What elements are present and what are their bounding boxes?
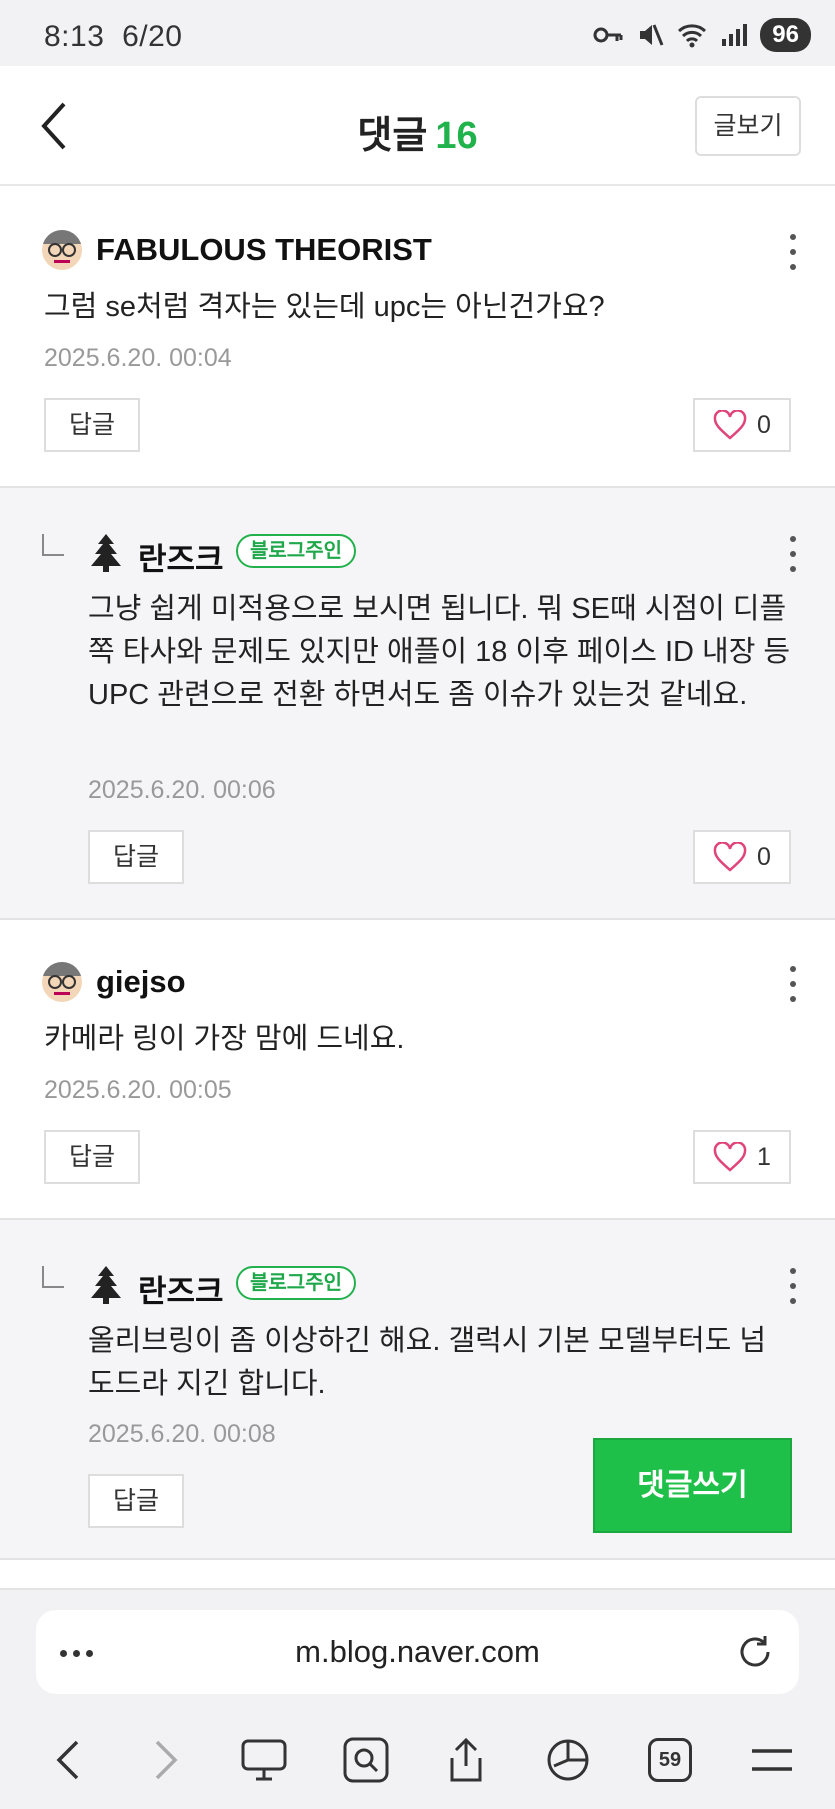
comment-date: 2025.6.20. 00:06 bbox=[88, 776, 276, 804]
desktop-mode-button[interactable] bbox=[234, 1730, 294, 1790]
more-options-button[interactable] bbox=[787, 1268, 799, 1304]
address-bar[interactable]: m.blog.naver.com bbox=[36, 1610, 799, 1694]
share-icon bbox=[450, 1737, 482, 1782]
signal-icon bbox=[718, 19, 750, 51]
comment-text: 그냥 쉽게 미적용으로 보시면 됩니다. 뭐 SE때 시점이 디플쪽 타사와 문… bbox=[88, 593, 791, 711]
write-comment-button[interactable]: 댓글쓰기 bbox=[593, 1438, 792, 1533]
comment-item: FABULOUS THEORIST 그럼 se처럼 격자는 있는데 upc는 아… bbox=[0, 186, 835, 488]
blog-owner-badge: 블로그주인 bbox=[236, 1266, 356, 1300]
view-post-button[interactable]: 글보기 bbox=[695, 96, 801, 156]
search-button[interactable] bbox=[336, 1730, 396, 1790]
extension-icon bbox=[547, 1739, 589, 1781]
heart-icon bbox=[713, 842, 747, 872]
more-options-button[interactable] bbox=[787, 536, 799, 572]
next-comment-peek bbox=[0, 1560, 835, 1590]
browser-back-button[interactable] bbox=[38, 1730, 98, 1790]
browser-forward-button[interactable] bbox=[136, 1730, 196, 1790]
heart-icon bbox=[713, 410, 747, 440]
comment-author[interactable]: giejso bbox=[96, 964, 186, 1000]
url-text[interactable]: m.blog.naver.com bbox=[36, 1634, 799, 1670]
comment-item: giejso 카메라 링이 가장 맘에 드네요. 2025.6.20. 00:0… bbox=[0, 920, 835, 1220]
reply-button[interactable]: 답글 bbox=[44, 398, 140, 452]
reply-button[interactable]: 답글 bbox=[88, 830, 184, 884]
comment-text: 올리브링이 좀 이상하긴 해요. 갤럭시 기본 모델부터도 넘 도드라 지긴 합… bbox=[88, 1325, 767, 1400]
comment-count: 16 bbox=[435, 115, 478, 157]
comment-text: 그럼 se처럼 격자는 있는데 upc는 아닌건가요? bbox=[44, 291, 605, 323]
like-button[interactable]: 0 bbox=[693, 830, 791, 884]
like-button[interactable]: 1 bbox=[693, 1130, 791, 1184]
like-button[interactable]: 0 bbox=[693, 398, 791, 452]
like-count: 0 bbox=[757, 410, 771, 439]
share-button[interactable] bbox=[436, 1730, 496, 1790]
comment-author[interactable]: 란즈크 bbox=[138, 534, 224, 579]
browser-nav-row: 59 bbox=[0, 1730, 835, 1800]
search-icon bbox=[343, 1737, 389, 1783]
vpn-key-icon bbox=[592, 19, 624, 51]
status-bar: 8:13 6/20 96 bbox=[0, 0, 835, 66]
reply-indicator-icon bbox=[42, 534, 64, 556]
reload-icon[interactable] bbox=[735, 1632, 775, 1672]
heart-icon bbox=[713, 1142, 747, 1172]
comment-text: 카메라 링이 가장 맘에 드네요. bbox=[44, 1023, 405, 1055]
reply-indicator-icon bbox=[42, 1266, 64, 1288]
tabs-button[interactable]: 59 bbox=[640, 1730, 700, 1790]
mute-icon bbox=[634, 19, 666, 51]
back-arrow-icon bbox=[56, 1740, 79, 1780]
like-count: 1 bbox=[757, 1142, 771, 1171]
avatar[interactable] bbox=[42, 962, 82, 1002]
comment-author[interactable]: 란즈크 bbox=[138, 1266, 224, 1311]
tab-count: 59 bbox=[648, 1738, 692, 1782]
comment-date: 2025.6.20. 00:04 bbox=[44, 344, 232, 372]
reply-button[interactable]: 답글 bbox=[44, 1130, 140, 1184]
reply-item: 란즈크 블로그주인 그냥 쉽게 미적용으로 보시면 됩니다. 뭐 SE때 시점이… bbox=[0, 488, 835, 920]
like-count: 0 bbox=[757, 842, 771, 871]
extension-button[interactable] bbox=[538, 1730, 598, 1790]
battery-indicator: 96 bbox=[760, 18, 811, 52]
forward-arrow-icon bbox=[155, 1740, 178, 1780]
avatar[interactable] bbox=[42, 230, 82, 270]
menu-button[interactable] bbox=[742, 1730, 802, 1790]
comment-author[interactable]: FABULOUS THEORIST bbox=[96, 232, 432, 268]
wifi-icon bbox=[676, 19, 708, 51]
more-options-button[interactable] bbox=[787, 966, 799, 1002]
status-clock: 8:13 6/20 bbox=[44, 20, 183, 53]
monitor-icon bbox=[241, 1739, 287, 1781]
more-options-button[interactable] bbox=[787, 234, 799, 270]
comment-date: 2025.6.20. 00:08 bbox=[88, 1420, 276, 1448]
reply-button[interactable]: 답글 bbox=[88, 1474, 184, 1528]
avatar[interactable] bbox=[86, 1264, 126, 1304]
status-icons: 96 bbox=[592, 18, 811, 52]
blog-owner-badge: 블로그주인 bbox=[236, 534, 356, 568]
avatar[interactable] bbox=[86, 532, 126, 572]
browser-toolbar: m.blog.naver.com 59 bbox=[0, 1590, 835, 1809]
comments-header: 댓글 16 글보기 bbox=[0, 66, 835, 186]
hamburger-menu-icon bbox=[752, 1749, 792, 1771]
comment-date: 2025.6.20. 00:05 bbox=[44, 1076, 232, 1104]
